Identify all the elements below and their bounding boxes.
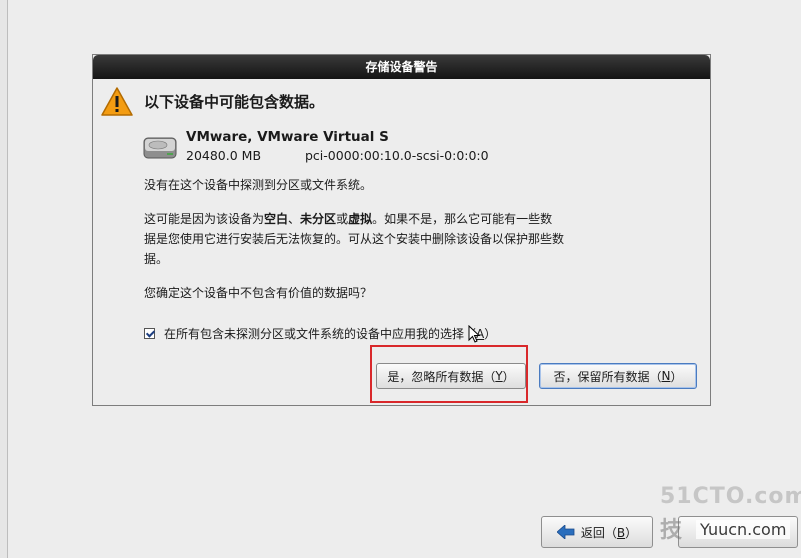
message-bold-virtual: 虚拟 bbox=[348, 212, 373, 226]
message-bold-unpartitioned: 未分区 bbox=[300, 212, 337, 226]
watermark-brand: Yuucn.com bbox=[696, 520, 791, 539]
message-no-partition: 没有在这个设备中探测到分区或文件系统。 bbox=[144, 178, 373, 192]
message-question: 您确定这个设备中不包含有价值的数据吗？ bbox=[144, 286, 373, 300]
warning-icon bbox=[101, 87, 133, 116]
back-arrow-icon bbox=[556, 525, 575, 539]
watermark-char: 技 bbox=[660, 518, 683, 543]
message-bold-blank: 空白 bbox=[264, 212, 289, 226]
hard-disk-icon bbox=[143, 137, 177, 159]
apply-to-all-checkbox-row[interactable]: 在所有包含未探测分区或文件系统的设备中应用我的选择（A） bbox=[144, 325, 496, 342]
apply-to-all-checkbox[interactable] bbox=[144, 328, 155, 339]
back-button[interactable]: 返回（B） bbox=[541, 516, 653, 548]
message-text: 这可能是因为该设备为 bbox=[144, 212, 265, 226]
annotation-highlight-box bbox=[370, 345, 528, 403]
window-left-edge bbox=[0, 0, 8, 558]
back-button-label: 返回（B） bbox=[580, 525, 638, 540]
message-separator: 或 bbox=[336, 212, 349, 226]
dialog-header: 以下设备中可能包含数据。 bbox=[144, 93, 325, 111]
device-path: pci-0000:00:10.0-scsi-0:0:0:0 bbox=[305, 148, 489, 163]
checkbox-label: 在所有包含未探测分区或文件系统的设备中应用我的选择（A） bbox=[164, 327, 497, 341]
message-explanation: 这可能是因为该设备为空白、未分区或虚拟。如果不是，那么它可能有一些数据是您使用它… bbox=[144, 209, 564, 269]
keep-all-data-button[interactable]: 否，保留所有数据（ N） bbox=[539, 363, 697, 389]
mouse-cursor-icon bbox=[468, 325, 480, 343]
device-size: 20480.0 MB bbox=[186, 148, 262, 163]
device-name: VMware, VMware Virtual S bbox=[186, 129, 389, 145]
watermark-site: 51CTO.com bbox=[660, 484, 801, 509]
dialog-title: 存储设备警告 bbox=[93, 55, 710, 79]
message-separator: 、 bbox=[288, 212, 301, 226]
